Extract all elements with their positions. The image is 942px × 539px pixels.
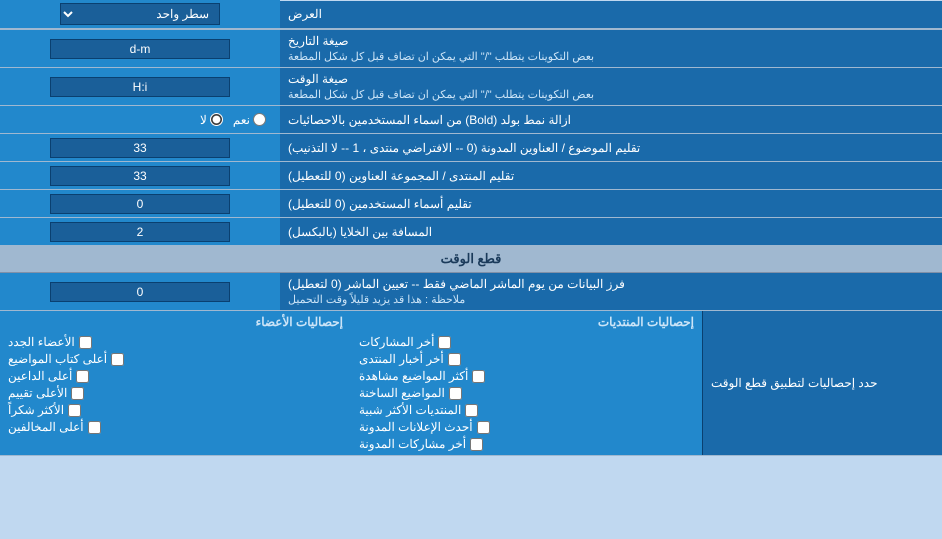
forum-label: تقليم المنتدى / المجموعة العناوين (0 للت… xyxy=(280,162,942,189)
topics-input[interactable] xyxy=(50,138,230,158)
col2-check-0[interactable] xyxy=(79,336,92,349)
realtime-row: فرز البيانات من يوم الماشر الماضي فقط --… xyxy=(0,273,942,311)
spacing-row: المسافة بين الخلايا (بالبكسل) xyxy=(0,218,942,246)
col2-check-1[interactable] xyxy=(111,353,124,366)
spacing-input[interactable] xyxy=(50,222,230,242)
time-format-input-container xyxy=(0,68,280,105)
col1-check-4[interactable] xyxy=(465,404,478,417)
time-format-input[interactable] xyxy=(50,77,230,97)
list-item: الأعضاء الجدد xyxy=(8,335,343,349)
bold-yes-radio[interactable] xyxy=(253,113,266,126)
bold-radio-container: نعم لا xyxy=(0,106,280,133)
date-format-input-container xyxy=(0,30,280,67)
spacing-label: المسافة بين الخلايا (بالبكسل) xyxy=(280,218,942,245)
forum-row: تقليم المنتدى / المجموعة العناوين (0 للت… xyxy=(0,162,942,190)
bold-no-label: لا xyxy=(200,113,223,127)
col2-check-3[interactable] xyxy=(71,387,84,400)
users-row: تقليم أسماء المستخدمين (0 للتعطيل) xyxy=(0,190,942,218)
bold-row: ازالة نمط بولد (Bold) من اسماء المستخدمي… xyxy=(0,106,942,134)
users-label: تقليم أسماء المستخدمين (0 للتعطيل) xyxy=(280,190,942,217)
users-input-container xyxy=(0,190,280,217)
list-item: أعلى الداعين xyxy=(8,369,343,383)
realtime-input-container xyxy=(0,273,280,310)
date-format-row: صيغة التاريخ بعض التكوينات يتطلب "/" الت… xyxy=(0,30,942,68)
list-item: المنتديات الأكثر شبية xyxy=(359,403,694,417)
col2-check-4[interactable] xyxy=(68,404,81,417)
bold-label: ازالة نمط بولد (Bold) من اسماء المستخدمي… xyxy=(280,106,942,133)
list-item: المواضيع الساخنة xyxy=(359,386,694,400)
spacing-input-container xyxy=(0,218,280,245)
topics-row: تقليم الموضوع / العناوين المدونة (0 -- ا… xyxy=(0,134,942,162)
date-format-input[interactable] xyxy=(50,39,230,59)
list-item: أكثر المواضيع مشاهدة xyxy=(359,369,694,383)
col1-check-1[interactable] xyxy=(448,353,461,366)
list-item: أحدث الإعلانات المدونة xyxy=(359,420,694,434)
col1-check-5[interactable] xyxy=(477,421,490,434)
col2-check-2[interactable] xyxy=(76,370,89,383)
bold-no-radio[interactable] xyxy=(210,113,223,126)
title-label: العرض xyxy=(280,1,942,29)
col2-header: إحصاليات الأعضاء xyxy=(8,315,343,329)
date-format-label: صيغة التاريخ بعض التكوينات يتطلب "/" الت… xyxy=(280,30,942,67)
apply-label: حدد إحصاليات لتطبيق قطع الوقت xyxy=(702,311,942,455)
top-row: العرض سطر واحدسطرانثلاثة أسطر xyxy=(0,0,942,30)
col1-check-6[interactable] xyxy=(470,438,483,451)
display-dropdown[interactable]: سطر واحدسطرانثلاثة أسطر xyxy=(60,3,220,25)
bold-yes-label: نعم xyxy=(233,113,266,127)
col2-checkboxes: إحصاليات الأعضاء الأعضاء الجدد أعلى كتاب… xyxy=(8,315,343,451)
time-format-label: صيغة الوقت بعض التكوينات يتطلب "/" التي … xyxy=(280,68,942,105)
time-format-row: صيغة الوقت بعض التكوينات يتطلب "/" التي … xyxy=(0,68,942,106)
list-item: أعلى كتاب المواضيع xyxy=(8,352,343,366)
bold-radio-group: نعم لا xyxy=(6,111,274,129)
col1-check-0[interactable] xyxy=(438,336,451,349)
topics-label: تقليم الموضوع / العناوين المدونة (0 -- ا… xyxy=(280,134,942,161)
dropdown-container: سطر واحدسطرانثلاثة أسطر xyxy=(0,0,280,29)
topics-input-container xyxy=(0,134,280,161)
list-item: أخر أخبار المنتدى xyxy=(359,352,694,366)
col2-check-5[interactable] xyxy=(88,421,101,434)
forum-input[interactable] xyxy=(50,166,230,186)
col1-checkboxes: إحصاليات المنتديات أخر المشاركات أخر أخب… xyxy=(359,315,694,451)
list-item: الأكثر شكراً xyxy=(8,403,343,417)
realtime-label: فرز البيانات من يوم الماشر الماضي فقط --… xyxy=(280,273,942,310)
list-item: أعلى المخالفين xyxy=(8,420,343,434)
list-item: الأعلى تقييم xyxy=(8,386,343,400)
list-item: أخر المشاركات xyxy=(359,335,694,349)
list-item: أخر مشاركات المدونة xyxy=(359,437,694,451)
col1-check-3[interactable] xyxy=(449,387,462,400)
realtime-input[interactable] xyxy=(50,282,230,302)
forum-input-container xyxy=(0,162,280,189)
col1-header: إحصاليات المنتديات xyxy=(359,315,694,329)
main-container: العرض سطر واحدسطرانثلاثة أسطر صيغة التار… xyxy=(0,0,942,456)
realtime-section-header: قطع الوقت xyxy=(0,246,942,273)
users-input[interactable] xyxy=(50,194,230,214)
col1-check-2[interactable] xyxy=(472,370,485,383)
checkboxes-columns: إحصاليات المنتديات أخر المشاركات أخر أخب… xyxy=(0,311,702,455)
checkboxes-section: حدد إحصاليات لتطبيق قطع الوقت إحصاليات ا… xyxy=(0,311,942,456)
